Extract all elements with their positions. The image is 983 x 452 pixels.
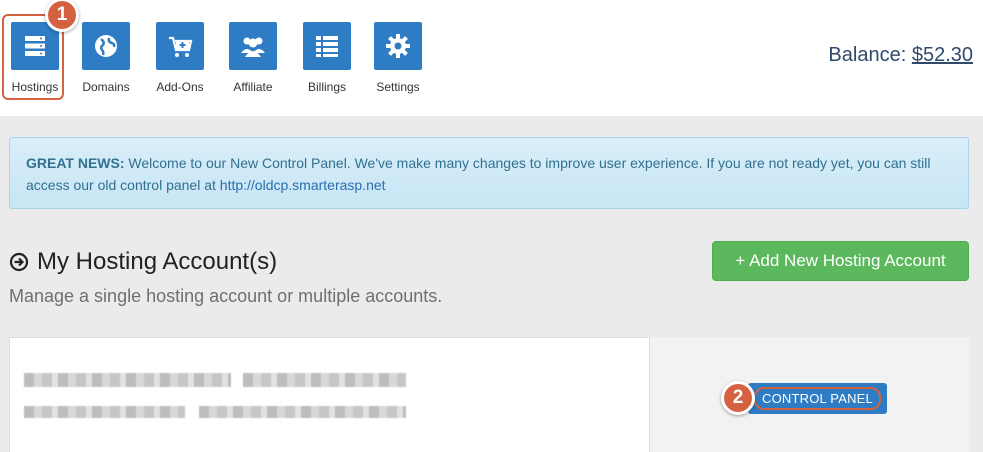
nav-item-addons[interactable]: Add-Ons [145, 22, 215, 94]
page-title: My Hosting Account(s) [9, 248, 277, 276]
news-alert: GREAT NEWS: Welcome to our New Control P… [9, 137, 969, 209]
step-two-badge: 2 [721, 381, 755, 415]
balance-label: Balance: [828, 44, 907, 66]
account-domain-blurred [243, 373, 406, 387]
cart-plus-icon [156, 22, 204, 70]
add-hosting-account-button[interactable]: + Add New Hosting Account [712, 241, 969, 281]
account-detail-blurred [24, 406, 185, 418]
alert-text: Welcome to our New Control Panel. We've … [26, 155, 931, 193]
page-title-text: My Hosting Account(s) [37, 248, 278, 275]
balance-amount-link[interactable]: $52.30 [912, 44, 973, 66]
nav-label-affiliate: Affiliate [233, 80, 273, 94]
circle-arrow-right-icon [9, 252, 29, 272]
top-navigation-bar: Hostings Domains Add-Ons Affiliate Billi… [0, 0, 983, 116]
users-icon [229, 22, 277, 70]
globe-icon [82, 22, 130, 70]
alert-title: GREAT NEWS: [26, 155, 125, 171]
nav-item-affiliate[interactable]: Affiliate [218, 22, 288, 94]
account-balance: Balance: $52.30 [828, 44, 973, 67]
nav-item-settings[interactable]: Settings [363, 22, 433, 94]
account-expiry-blurred [199, 406, 406, 418]
old-cp-link[interactable]: http://oldcp.smarterasp.net [220, 177, 386, 193]
nav-label-billings: Billings [307, 80, 346, 94]
control-panel-label: CONTROL PANEL [754, 387, 881, 410]
nav-label-domains: Domains [82, 80, 130, 94]
gear-icon [374, 22, 422, 70]
list-icon [303, 22, 351, 70]
control-panel-button[interactable]: CONTROL PANEL [748, 383, 887, 414]
nav-item-billings[interactable]: Billings [292, 22, 362, 94]
account-name-blurred [24, 373, 231, 387]
page-subtitle: Manage a single hosting account or multi… [9, 286, 443, 306]
nav-item-domains[interactable]: Domains [71, 22, 141, 94]
nav-label-addons: Add-Ons [156, 80, 204, 94]
nav-label-settings: Settings [376, 80, 420, 94]
